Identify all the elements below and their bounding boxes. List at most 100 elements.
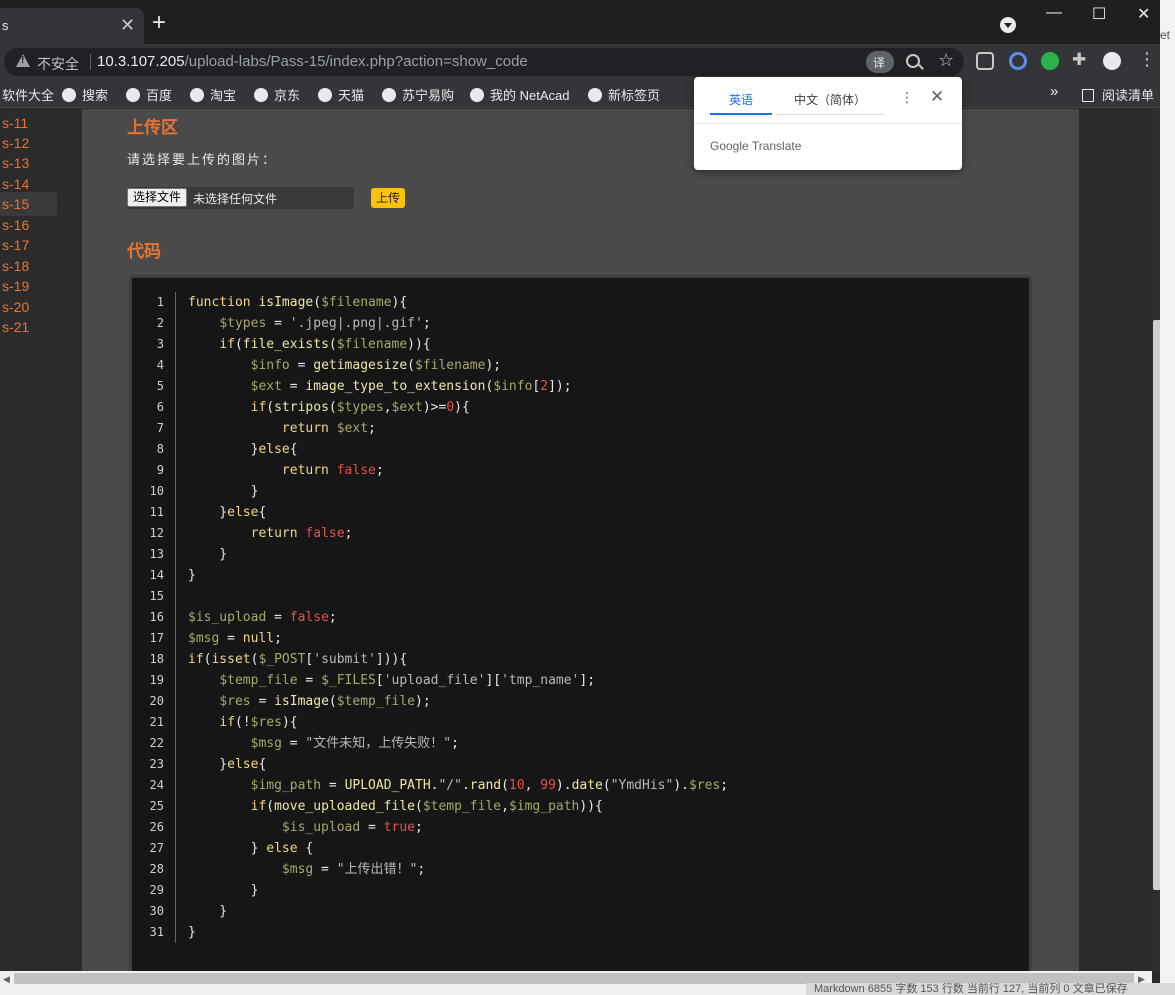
line-number: 7 — [156, 421, 164, 435]
code-line: $msg = "上传出错！"; — [281, 862, 426, 877]
bookmark-label: 新标签页 — [608, 88, 661, 103]
line-number: 21 — [149, 715, 164, 729]
code-line: if(!$res){ — [219, 715, 298, 730]
code-line: if(isset($_POST['submit'])){ — [188, 652, 408, 667]
bookmark-item[interactable]: 新标签页 — [588, 85, 660, 104]
translate-tab-source[interactable]: 英语 — [710, 91, 772, 115]
minimize-button[interactable]: — — [1046, 4, 1062, 22]
line-number: 31 — [149, 925, 164, 939]
code-line: $res = isImage($temp_file); — [219, 694, 431, 709]
reading-mode-icon[interactable] — [976, 52, 994, 70]
close-icon[interactable]: ✕ — [930, 87, 944, 107]
sidebar-item-s-21[interactable]: s-21 — [2, 319, 29, 335]
line-number: 2 — [156, 316, 164, 330]
page-viewport: s-11 s-12 s-13 s-14 s-15 s-16 s-17 s-18 … — [0, 109, 1152, 971]
file-input[interactable]: 选择文件 未选择任何文件 — [127, 187, 354, 209]
bookmark-label: 京东 — [274, 88, 301, 103]
sidebar-item-s-11[interactable]: s-11 — [2, 115, 28, 131]
code-line: }else{ — [188, 442, 298, 457]
address-bar[interactable]: 不安全 10.3.107.205/upload-labs/Pass-15/ind… — [4, 48, 964, 76]
browser-tab[interactable]: s ✕ — [0, 8, 144, 44]
security-label[interactable]: 不安全 — [37, 54, 79, 74]
pass-sidebar: s-11 s-12 s-13 s-14 s-15 s-16 s-17 s-18 … — [0, 109, 60, 971]
reading-list-icon — [1082, 89, 1094, 102]
code-line: } — [188, 568, 196, 583]
choose-file-button[interactable]: 选择文件 — [127, 188, 188, 207]
tab-close-icon[interactable]: ✕ — [120, 15, 135, 36]
reading-list-label: 阅读清单 — [1102, 88, 1155, 103]
bookmarks-bar: 软件大全 搜索 百度 淘宝 京东 天猫 苏宁易购 我的 NetAcad 新标签页… — [0, 78, 1160, 108]
sidebar-item-s-18[interactable]: s-18 — [2, 258, 29, 274]
menu-icon[interactable]: ⋮ — [1138, 49, 1156, 69]
bookmark-item[interactable]: 淘宝 — [190, 85, 236, 104]
sidebar-item-s-16[interactable]: s-16 — [2, 217, 29, 233]
line-number: 10 — [149, 484, 164, 498]
extension-circle-icon[interactable] — [1009, 52, 1027, 70]
sidebar-item-s-13[interactable]: s-13 — [2, 155, 29, 171]
maximize-button[interactable]: ☐ — [1092, 4, 1106, 24]
scroll-left-icon[interactable]: ◀ — [3, 974, 10, 985]
profile-icon[interactable] — [1103, 52, 1121, 70]
puzzle-icon[interactable]: ✚ — [1072, 50, 1090, 69]
translate-tab-target[interactable]: 中文（简体） — [776, 91, 884, 115]
sidebar-item-s-17[interactable]: s-17 — [2, 237, 29, 253]
sidebar-item-s-20[interactable]: s-20 — [2, 299, 29, 315]
code-line: $is_upload = false; — [188, 610, 337, 625]
globe-icon — [588, 88, 602, 102]
globe-icon — [254, 88, 268, 102]
line-number: 29 — [149, 883, 164, 897]
background-status-bar: Markdown 6855 字数 153 行数 当前行 127, 当前列 0 文… — [806, 983, 1175, 995]
reading-list-button[interactable]: 阅读清单 — [1082, 85, 1154, 104]
code-line: } else { — [188, 841, 314, 856]
url-text[interactable]: 10.3.107.205/upload-labs/Pass-15/index.p… — [97, 53, 528, 70]
bookmark-label: 百度 — [146, 88, 173, 103]
sidebar-item-s-15[interactable]: s-15 — [0, 192, 57, 216]
star-icon[interactable]: ☆ — [938, 50, 954, 71]
warning-icon[interactable] — [16, 54, 30, 67]
line-number: 28 — [149, 862, 164, 876]
bookmark-item[interactable]: 我的 NetAcad — [470, 85, 569, 104]
close-window-button[interactable]: ✕ — [1137, 4, 1150, 24]
bookmark-item[interactable]: 苏宁易购 — [382, 85, 454, 104]
code-line: $types = '.jpeg|.png|.gif'; — [219, 316, 431, 331]
code-line: $temp_file = $_FILES['upload_file']['tmp… — [219, 673, 596, 688]
line-number: 20 — [149, 694, 164, 708]
globe-icon — [318, 88, 332, 102]
bookmark-item[interactable]: 软件大全 — [2, 85, 54, 104]
bookmarks-more-button[interactable]: » — [1050, 83, 1058, 100]
code-section-title: 代码 — [127, 242, 161, 261]
zoom-icon[interactable] — [906, 54, 920, 68]
line-number: 22 — [149, 736, 164, 750]
bookmark-label: 天猫 — [338, 88, 365, 103]
tab-title: s — [2, 18, 9, 33]
sidebar-item-s-19[interactable]: s-19 — [2, 278, 29, 294]
line-number: 17 — [149, 631, 164, 645]
line-number: 3 — [156, 337, 164, 351]
line-number: 12 — [149, 526, 164, 540]
line-number: 26 — [149, 820, 164, 834]
translate-icon[interactable] — [866, 51, 894, 73]
code-line: $msg = null; — [188, 631, 282, 646]
line-number-gutter: 1 2 3 4 5 6 7 8 9 10 11 12 13 14 15 16 17 18 19 20 21 22 23 24 2… — [132, 292, 176, 943]
upload-section-title: 上传区 — [127, 118, 178, 137]
code-line: $is_upload = true; — [281, 820, 423, 835]
sidebar-item-s-14[interactable]: s-14 — [2, 176, 29, 192]
sidebar-item-s-12[interactable]: s-12 — [2, 135, 29, 151]
tab-search-icon[interactable] — [1000, 17, 1016, 33]
extension-green-icon[interactable] — [1041, 52, 1059, 70]
new-tab-button[interactable]: + — [152, 9, 166, 37]
line-number: 4 — [156, 358, 164, 372]
code-line: if(stripos($types,$ext)>=0){ — [250, 400, 470, 415]
upload-button[interactable]: 上传 — [371, 188, 406, 208]
code-line: return false; — [250, 526, 353, 541]
bookmark-item[interactable]: 京东 — [254, 85, 300, 104]
upload-prompt: 请选择要上传的图片： — [127, 152, 278, 167]
bookmark-item[interactable]: 搜索 — [62, 85, 108, 104]
more-vert-icon[interactable]: ⋮ — [900, 89, 914, 106]
globe-icon — [126, 88, 140, 102]
bookmark-item[interactable]: 百度 — [126, 85, 172, 104]
bookmark-item[interactable]: 天猫 — [318, 85, 364, 104]
globe-icon — [382, 88, 396, 102]
line-number: 19 — [149, 673, 164, 687]
